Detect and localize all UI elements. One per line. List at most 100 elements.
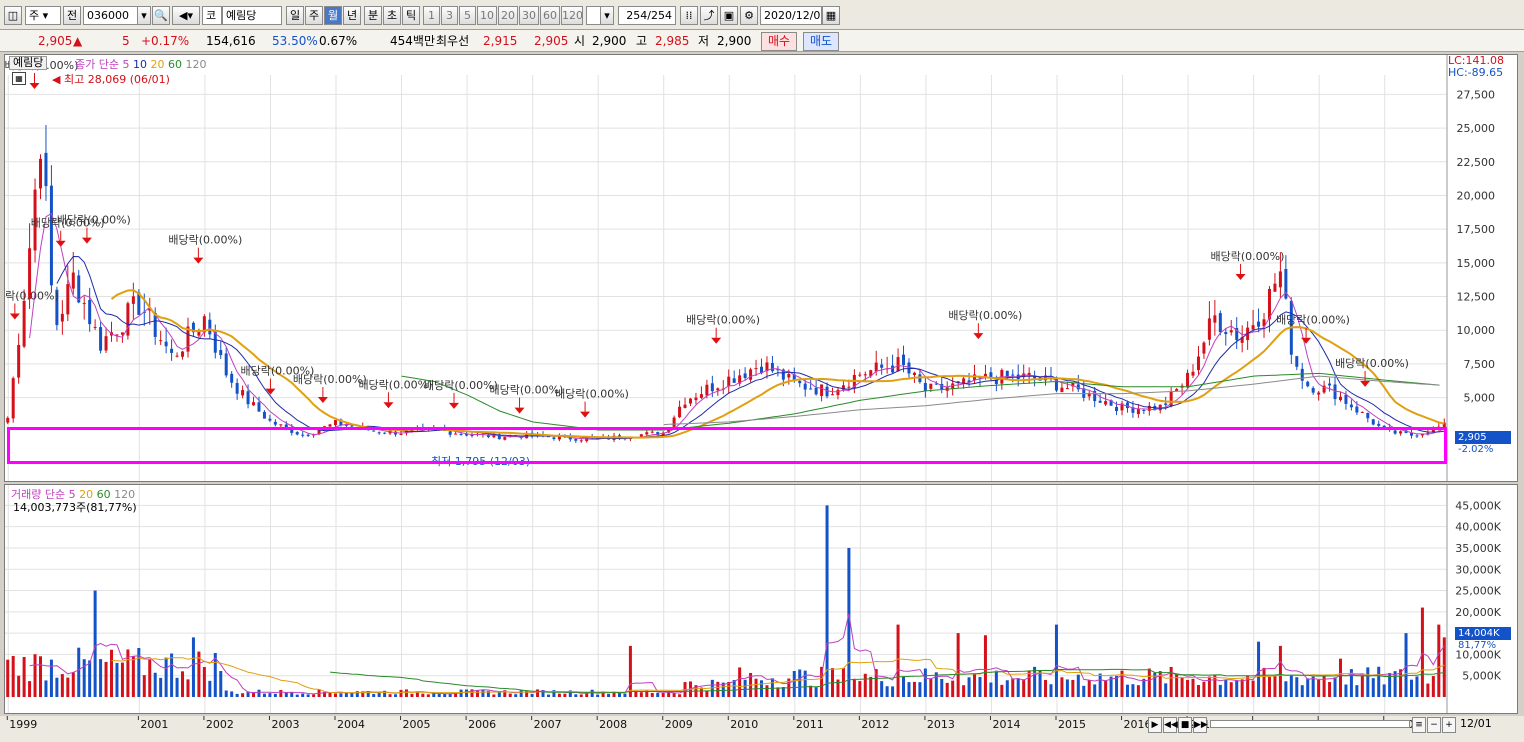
sell-button[interactable]: 매도 — [803, 32, 839, 51]
period-type-value: 주 — [29, 9, 40, 22]
volume-bar — [994, 670, 998, 697]
volume-bar — [399, 689, 403, 697]
candle-body — [749, 369, 753, 380]
grid-icon[interactable]: ⁞⁞ — [680, 6, 698, 25]
candle-body — [962, 378, 966, 384]
table-icon[interactable]: ▦ — [12, 72, 26, 85]
candle-body — [694, 397, 698, 401]
volume-bar — [1333, 677, 1337, 697]
tick-3-button[interactable]: 3 — [441, 6, 458, 25]
volume-panel[interactable]: 45,000K 40,000K 35,000K 30,000K 25,000K 20,00… — [4, 484, 1518, 714]
volume-bar — [301, 693, 305, 697]
volume-bar — [891, 686, 895, 697]
speaker-icon[interactable]: ◀▾ — [172, 6, 200, 25]
period-week-button[interactable]: 주 — [305, 6, 323, 25]
scroll-right-icon[interactable]: ▶ — [1148, 717, 1162, 733]
menu-lines-icon[interactable]: ≡ — [1412, 717, 1426, 733]
time-axis-label: 2015 — [1058, 718, 1086, 731]
scrollbar[interactable] — [1210, 720, 1410, 728]
volume-bar — [99, 659, 103, 697]
volume-ma5-line — [29, 613, 1445, 695]
volume-bar — [110, 649, 114, 697]
tick-5-button[interactable]: 5 — [459, 6, 476, 25]
period-month-button[interactable]: 월 — [324, 6, 342, 25]
calendar-icon[interactable]: ▦ — [822, 6, 840, 25]
tick-10-button[interactable]: 10 — [477, 6, 497, 25]
time-axis-label: 1999 — [9, 718, 37, 731]
price-axis-label: 27,500 — [1457, 88, 1496, 101]
hc-label: HC:-89.65 — [1448, 66, 1504, 79]
volume-bar — [153, 672, 157, 697]
volume-bar — [1202, 681, 1206, 697]
buy-button[interactable]: 매수 — [761, 32, 797, 51]
volume-bar — [1087, 680, 1091, 697]
chevron-down-icon[interactable]: ▾ — [600, 6, 614, 25]
mode-button[interactable]: 전 — [63, 6, 81, 25]
volume-bar — [743, 679, 747, 697]
tick-1-button[interactable]: 1 — [423, 6, 440, 25]
period-year-button[interactable]: 년 — [343, 6, 361, 25]
dividend-marker-icon — [514, 407, 525, 414]
candle-body — [82, 303, 86, 305]
volume-bar — [628, 645, 632, 697]
candle-body — [44, 152, 48, 187]
volume-axis-label: 25,000K — [1455, 585, 1501, 598]
price-panel[interactable]: 27,500 25,000 22,500 20,000 17,500 15,000 12,5… — [4, 54, 1518, 482]
candle-body — [257, 402, 261, 412]
volume-bar — [519, 690, 523, 697]
candle-body — [1060, 387, 1064, 393]
forward-icon[interactable]: ▶▶ — [1193, 717, 1208, 733]
count-field[interactable]: 254/254 — [618, 6, 676, 25]
stop-icon[interactable]: ■ — [1178, 717, 1192, 733]
volume-bar — [1246, 675, 1250, 697]
candle-body — [1267, 288, 1271, 320]
save-icon[interactable]: ▣ — [720, 6, 738, 25]
candle-body — [1136, 409, 1140, 415]
volume-bar — [1404, 633, 1408, 697]
candle-body — [126, 303, 130, 336]
period-type-select[interactable]: 주 ▾ — [25, 6, 61, 25]
volume-bar — [372, 694, 376, 697]
dividend-marker-icon — [383, 402, 394, 409]
time-axis-end-label: 12/01 — [1460, 717, 1492, 730]
volume-bar — [1251, 680, 1255, 697]
candle-body — [6, 417, 10, 423]
volume-bar — [1437, 624, 1441, 697]
tick-120-button[interactable]: 120 — [561, 6, 583, 25]
up-arrow-icon: ▲ — [73, 34, 83, 48]
stock-name-field[interactable]: 예림당 — [222, 6, 282, 25]
tick-60-button[interactable]: 60 — [540, 6, 560, 25]
volume-bar — [885, 686, 889, 697]
zoom-in-icon[interactable]: + — [1442, 717, 1456, 733]
rewind-icon[interactable]: ◀◀ — [1163, 717, 1178, 733]
candle-body — [88, 300, 92, 325]
zoom-out-icon[interactable]: − — [1427, 717, 1441, 733]
menu-icon[interactable]: ◫ — [4, 6, 22, 25]
volume-bar — [1016, 678, 1020, 697]
chevron-down-icon[interactable]: ▾ — [137, 6, 151, 25]
low-value: 2,900 — [717, 34, 752, 48]
volume-bar — [55, 677, 59, 697]
tick-20-button[interactable]: 20 — [498, 6, 518, 25]
intraday-minute-button[interactable]: 분 — [364, 6, 382, 25]
volume-current-tag: 14,004K — [1455, 627, 1511, 640]
panel-title-chip[interactable]: 예림당 — [9, 56, 48, 70]
high-value: 2,985 — [655, 34, 690, 48]
trend-icon[interactable]: ⤴ — [700, 6, 718, 25]
volume-bar — [181, 671, 185, 697]
volume-bar — [164, 657, 168, 697]
search-icon[interactable]: 🔍 — [152, 6, 170, 25]
volume-bar — [465, 689, 469, 697]
candle-body — [1338, 396, 1342, 401]
toolbar: ◫ 주 ▾ 전 036000 ▾ 🔍 ◀▾ 코 예림당 일 주 월 년 분 초 … — [0, 0, 1524, 30]
volume-bar — [1207, 676, 1211, 697]
date-field[interactable]: 2020/12/01 — [760, 6, 822, 25]
dividend-marker-icon — [1360, 380, 1371, 387]
price-chart: 27,500 25,000 22,500 20,000 17,500 15,000 12,5… — [5, 55, 1496, 481]
gear-icon[interactable]: ⚙ — [740, 6, 758, 25]
volume-bar — [426, 694, 430, 697]
period-day-button[interactable]: 일 — [286, 6, 304, 25]
intraday-second-button[interactable]: 초 — [383, 6, 401, 25]
tick-30-button[interactable]: 30 — [519, 6, 539, 25]
intraday-tick-button[interactable]: 틱 — [402, 6, 420, 25]
